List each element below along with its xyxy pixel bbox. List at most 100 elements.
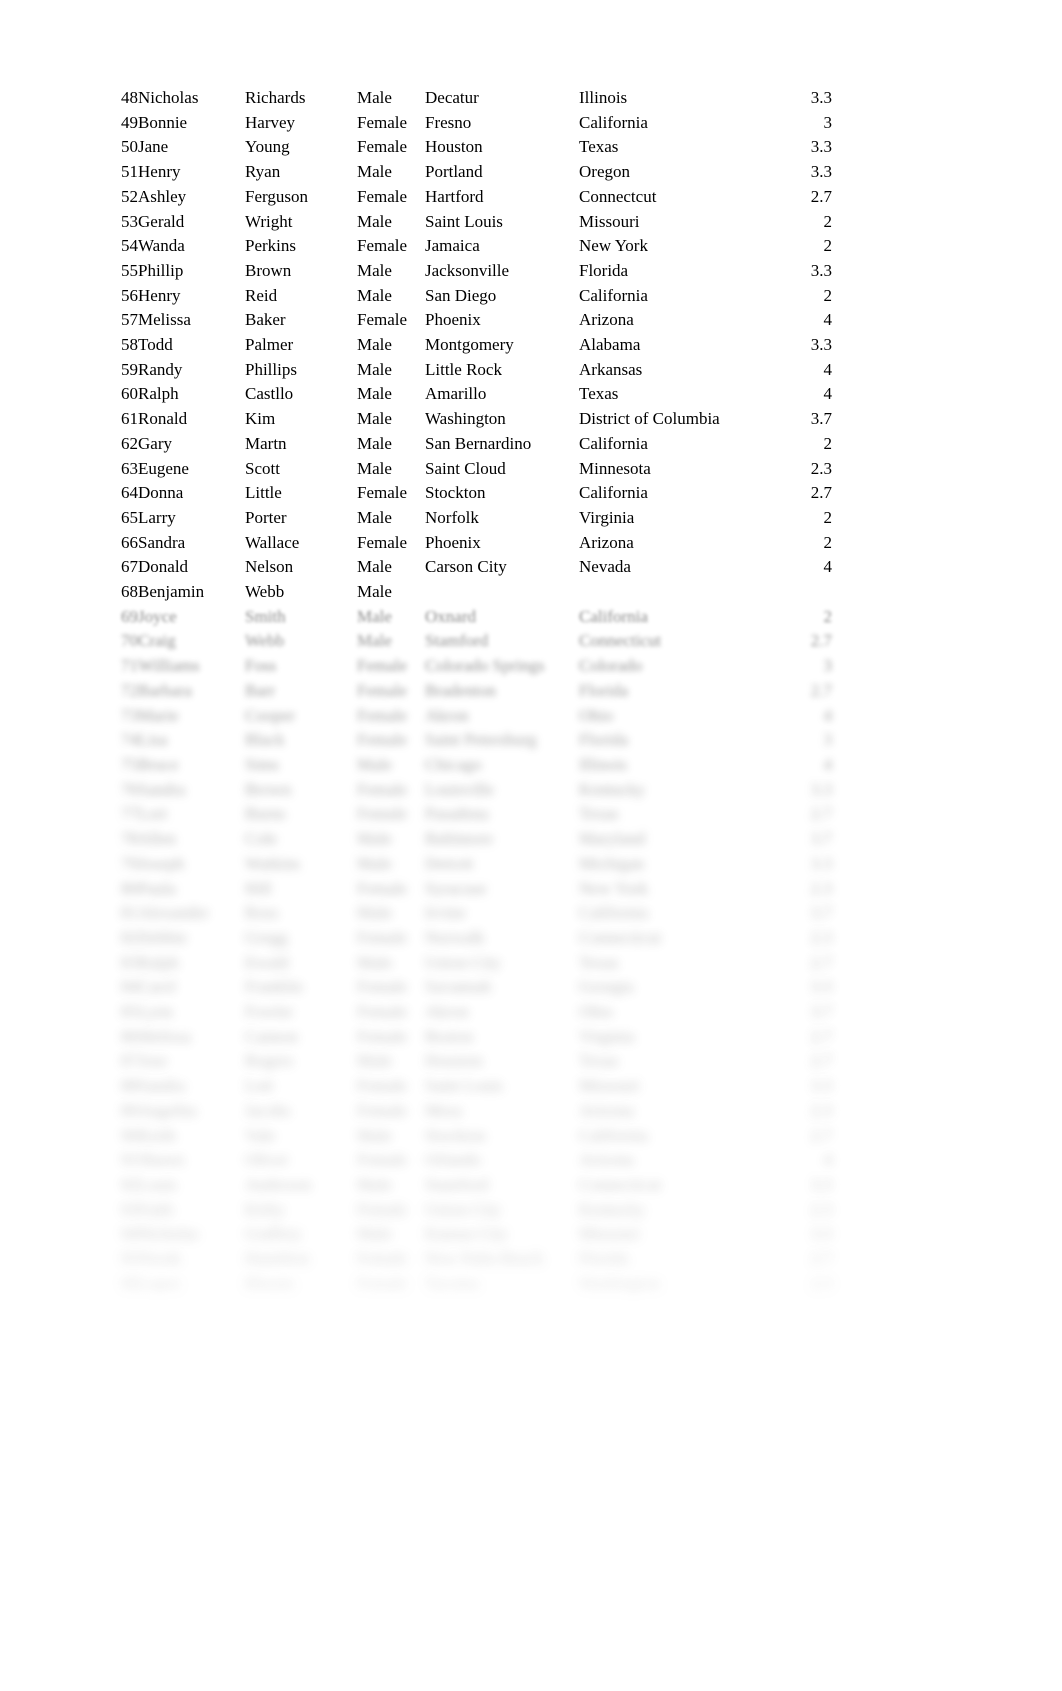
table-row[interactable]: 51 Henry Ryan Male Portland Oregon 3.3 — [112, 160, 832, 185]
cell-city[interactable]: Savannah — [425, 975, 579, 1000]
cell-city[interactable]: Chicago — [425, 753, 579, 778]
cell-index[interactable]: 59 — [112, 358, 138, 383]
cell-city[interactable]: Norfolk — [425, 506, 579, 531]
cell-index[interactable]: 57 — [112, 308, 138, 333]
cell-first-name[interactable]: Jose — [138, 1049, 245, 1074]
cell-city[interactable]: Irvine — [425, 901, 579, 926]
cell-city[interactable]: Phoenix — [425, 531, 579, 556]
table-row[interactable]: 68 Benjamin Webb Male — [112, 580, 832, 605]
table-row[interactable]: 55 Phillip Brown Male Jacksonville Florida 3.3 — [112, 259, 832, 284]
cell-index[interactable]: 52 — [112, 185, 138, 210]
cell-index[interactable]: 90 — [112, 1124, 138, 1149]
cell-state[interactable]: Alabama — [579, 333, 749, 358]
cell-city[interactable]: Phoenix — [425, 308, 579, 333]
cell-index[interactable]: 51 — [112, 160, 138, 185]
cell-gender[interactable]: Female — [357, 135, 425, 160]
cell-first-name[interactable]: Bonnie — [138, 111, 245, 136]
cell-last-name[interactable]: Harvey — [245, 111, 357, 136]
cell-city[interactable]: Colorado Springs — [425, 654, 579, 679]
cell-last-name[interactable]: Webb — [245, 629, 357, 654]
cell-state[interactable]: Virginia — [579, 1025, 749, 1050]
cell-gender[interactable]: Male — [357, 160, 425, 185]
cell-gender[interactable]: Male — [357, 382, 425, 407]
cell-state[interactable]: Arizona — [579, 531, 749, 556]
cell-last-name[interactable]: Hamilton — [245, 1247, 357, 1272]
cell-score[interactable]: 2.7 — [749, 1124, 832, 1149]
cell-last-name[interactable]: Ross — [245, 901, 357, 926]
cell-gender[interactable]: Male — [357, 605, 425, 630]
cell-city[interactable]: Decatur — [425, 86, 579, 111]
cell-state[interactable]: Texas — [579, 951, 749, 976]
cell-index[interactable]: 79 — [112, 852, 138, 877]
cell-score[interactable]: 3.3 — [749, 778, 832, 803]
cell-index[interactable]: 49 — [112, 111, 138, 136]
cell-gender[interactable]: Male — [357, 827, 425, 852]
cell-state[interactable]: Ohio — [579, 704, 749, 729]
cell-index[interactable]: 62 — [112, 432, 138, 457]
cell-score[interactable]: 2 — [749, 605, 833, 630]
cell-city[interactable]: Kansas City — [425, 1222, 579, 1247]
cell-city[interactable]: Louisville — [425, 778, 579, 803]
cell-first-name[interactable]: Alexander — [138, 901, 245, 926]
cell-score[interactable]: 3.3 — [749, 259, 832, 284]
cell-score[interactable]: 2 — [749, 210, 833, 235]
table-row[interactable]: 65 Larry Porter Male Norfolk Virginia 2 — [112, 506, 832, 531]
cell-score[interactable]: 4 — [749, 1148, 833, 1173]
cell-index[interactable]: 87 — [112, 1049, 138, 1074]
cell-index[interactable]: 61 — [112, 407, 138, 432]
cell-gender[interactable]: Female — [357, 1074, 425, 1099]
cell-index[interactable]: 78 — [112, 827, 138, 852]
table-row[interactable]: 73 Marie Cooper Female Akron Ohio 4 — [112, 704, 832, 729]
cell-last-name[interactable]: Phillips — [245, 358, 357, 383]
cell-first-name[interactable]: Allen — [138, 827, 245, 852]
cell-state[interactable]: California — [579, 284, 749, 309]
cell-score[interactable]: 4 — [749, 555, 833, 580]
cell-state[interactable]: Oregon — [579, 160, 749, 185]
cell-gender[interactable]: Female — [357, 1025, 425, 1050]
cell-first-name[interactable]: Phillip — [138, 259, 245, 284]
cell-last-name[interactable]: Watkins — [245, 852, 357, 877]
cell-score[interactable]: 3.3 — [749, 86, 832, 111]
cell-last-name[interactable]: Young — [245, 135, 357, 160]
cell-state[interactable]: Colorado — [579, 654, 749, 679]
cell-index[interactable]: 95 — [112, 1247, 138, 1272]
cell-score[interactable]: 2.7 — [749, 629, 832, 654]
cell-state[interactable]: Florida — [579, 728, 749, 753]
cell-index[interactable]: 67 — [112, 555, 138, 580]
cell-index[interactable]: 54 — [112, 234, 138, 259]
cell-state[interactable]: Texas — [579, 1049, 749, 1074]
cell-last-name[interactable]: Smith — [245, 605, 357, 630]
cell-city[interactable]: Saint Louis — [425, 210, 579, 235]
table-row[interactable]: 59 Randy Phillips Male Little Rock Arkansas 4 — [112, 358, 832, 383]
cell-score[interactable]: 3.7 — [749, 827, 832, 852]
table-row[interactable]: 69 Joyce Smith Male Oxnard California 2 — [112, 605, 832, 630]
table-row[interactable]: 85 Lynn Fowler Female Akron Ohio 3.7 — [112, 1000, 832, 1025]
table-row[interactable]: 90 Keith Vale Male Stockton California 2.7 — [112, 1124, 832, 1149]
cell-gender[interactable]: Male — [357, 432, 425, 457]
cell-city[interactable]: Oxnard — [425, 605, 579, 630]
cell-index[interactable]: 70 — [112, 629, 138, 654]
cell-last-name[interactable]: Franklin — [245, 975, 357, 1000]
cell-first-name[interactable]: Henry — [138, 160, 245, 185]
cell-last-name[interactable]: Kirby — [245, 1198, 357, 1223]
cell-last-name[interactable]: Brown — [245, 259, 357, 284]
cell-first-name[interactable]: Joyce — [138, 605, 245, 630]
cell-score[interactable]: 4 — [749, 382, 833, 407]
cell-index[interactable]: 55 — [112, 259, 138, 284]
cell-first-name[interactable]: Ronald — [138, 407, 245, 432]
cell-gender[interactable]: Male — [357, 358, 425, 383]
cell-last-name[interactable]: Anderson — [245, 1173, 357, 1198]
cell-score[interactable]: 2.3 — [749, 1099, 832, 1124]
table-row[interactable]: 78 Allen Cole Male Baltimore Maryland 3.7 — [112, 827, 832, 852]
cell-score[interactable]: 3.3 — [749, 160, 832, 185]
cell-city[interactable]: Montgomery — [425, 333, 579, 358]
table-row[interactable]: 72 Barbara Barr Female Bradenton Florida 2.7 — [112, 679, 832, 704]
table-row[interactable]: 61 Ronald Kim Male Washington District of Col… — [112, 407, 832, 432]
cell-gender[interactable]: Female — [357, 111, 425, 136]
cell-state[interactable]: District of Columbia — [579, 407, 749, 432]
cell-index[interactable]: 86 — [112, 1025, 138, 1050]
cell-state[interactable]: Texas — [579, 135, 749, 160]
cell-gender[interactable]: Female — [357, 728, 425, 753]
cell-city[interactable]: Amarillo — [425, 382, 579, 407]
table-row[interactable]: 87 Jose Rogers Male Houston Texas 2.7 — [112, 1049, 832, 1074]
